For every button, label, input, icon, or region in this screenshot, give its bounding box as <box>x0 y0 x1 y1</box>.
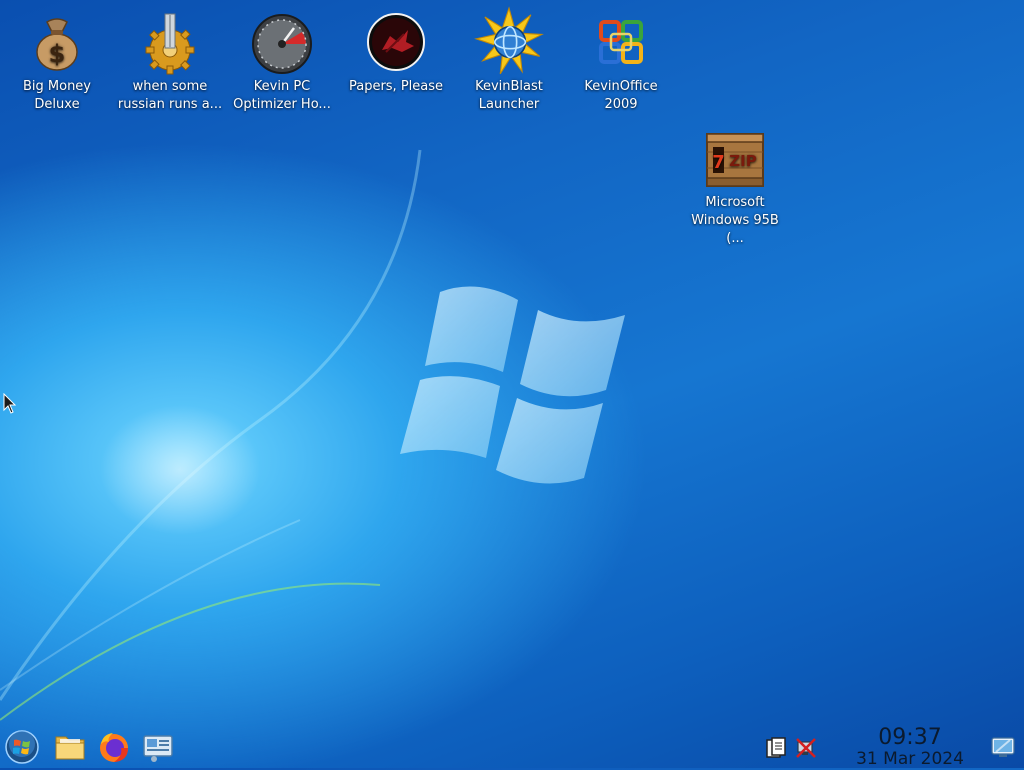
taskbar: 09:37 31 Mar 2024 <box>0 726 1024 768</box>
money-bag-icon: $ <box>36 18 78 71</box>
speedometer-icon <box>252 14 312 74</box>
desktop-icon-label: KevinOffice 2009 <box>584 79 658 112</box>
file-manager-launcher[interactable] <box>51 728 89 766</box>
mouse-cursor-icon <box>3 393 17 414</box>
start-orb-icon <box>5 730 39 764</box>
firefox-icon <box>100 733 128 762</box>
desktop-icon-label: KevinBlast Launcher <box>475 79 543 112</box>
desktop-icon-label: Papers, Please <box>348 79 444 94</box>
desktop-icon-big-money-deluxe[interactable]: $ Big Money Deluxe <box>1 12 113 114</box>
show-desktop-icon <box>991 737 1015 757</box>
clock[interactable]: 09:37 31 Mar 2024 <box>850 725 970 769</box>
starburst-globe-icon <box>474 6 544 75</box>
tray-network[interactable] <box>794 736 818 760</box>
clock-time: 09:37 <box>878 725 942 750</box>
desktop-icon-microsoft-windows-95b[interactable]: 7 ZIP Microsoft Windows 95B (... <box>679 128 791 248</box>
desktop-icon-kevinoffice-2009[interactable]: KevinOffice 2009 <box>565 12 677 114</box>
wallpaper <box>0 149 625 721</box>
clipboard-icon <box>766 737 786 758</box>
gear-icon <box>145 13 195 75</box>
control-panel-launcher[interactable] <box>139 728 177 766</box>
svg-text:7: 7 <box>712 152 725 173</box>
firefox-launcher[interactable] <box>95 728 133 766</box>
folder-icon <box>55 736 85 760</box>
control-panel-icon <box>143 735 173 762</box>
7zip-crate-icon: 7 ZIP <box>706 133 764 187</box>
start-button[interactable] <box>3 728 41 766</box>
tray-clipboard[interactable] <box>764 736 788 760</box>
desktop-icon-kevinblast-launcher[interactable]: KevinBlast Launcher <box>453 6 565 114</box>
desktop-icon-label: when some russian runs a... <box>117 79 223 112</box>
papers-please-icon <box>367 13 425 71</box>
desktop[interactable]: { "desktop": { "icons": [ {"name": "big-… <box>0 0 1024 768</box>
clock-date: 31 Mar 2024 <box>856 749 964 769</box>
desktop-icon-when-some-russian[interactable]: when some russian runs a... <box>114 12 226 114</box>
desktop-icon-kevin-pc-optimizer[interactable]: Kevin PC Optimizer Ho... <box>226 12 338 114</box>
svg-text:$: $ <box>49 40 66 68</box>
show-desktop-button[interactable] <box>988 732 1018 762</box>
desktop-icon-papers-please[interactable]: Papers, Please <box>340 12 452 96</box>
office-logo-icon <box>599 20 643 64</box>
desktop-icon-label: Kevin PC Optimizer Ho... <box>233 79 331 112</box>
svg-text:ZIP: ZIP <box>729 152 756 170</box>
network-disconnected-icon <box>796 738 816 758</box>
desktop-icon-label: Microsoft Windows 95B (... <box>691 195 779 246</box>
windows-logo <box>400 286 625 484</box>
desktop-icon-label: Big Money Deluxe <box>22 79 91 112</box>
